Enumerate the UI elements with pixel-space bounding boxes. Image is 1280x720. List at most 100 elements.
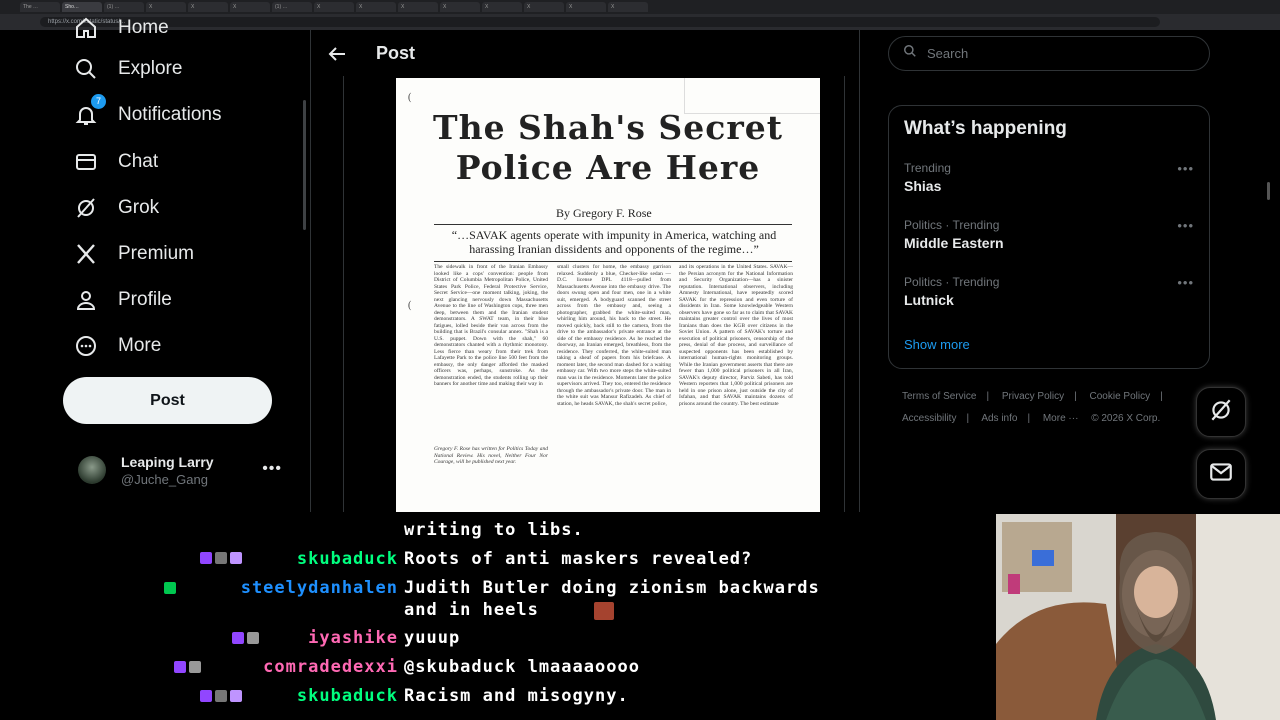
search-box[interactable] [888,36,1210,71]
divider [434,224,792,225]
trend-item[interactable]: Politics · Trending Middle Eastern ••• [904,218,1194,258]
privacy-link[interactable]: Privacy Policy [1002,391,1064,402]
chat-message-text: @skubaduck lmaaaaoooo [404,657,640,677]
sidebar-item-label: Notifications [118,104,222,125]
browser-tab[interactable]: X [608,2,648,12]
sidebar-item-label: Premium [118,243,195,264]
badge-icon [230,690,242,702]
messages-floating-button[interactable] [1196,449,1246,499]
browser-tab[interactable]: X [524,2,564,12]
left-sidebar: Home Explore 7 Notifications Chat Grok P… [10,17,306,512]
sidebar-item-label: Grok [118,197,160,218]
media-viewer: ( ( The Shah's Secret Police Are Here By… [343,76,845,512]
sidebar-item-label: Profile [118,289,172,310]
browser-address-bar: https://x.com/xstatic/status/... [0,14,1280,30]
footer-links: Terms of Service | Privacy Policy | Cookie… [902,386,1202,430]
chat-badges [232,632,259,644]
browser-tab[interactable]: X [314,2,354,12]
footer-more-link[interactable]: More ··· [1043,413,1079,424]
sidebar-item-label: More [118,335,162,356]
chat-username[interactable]: steelydanhalen [241,578,398,598]
grok-floating-button[interactable] [1196,387,1246,437]
terms-link[interactable]: Terms of Service [902,391,976,402]
show-more-link[interactable]: Show more [904,337,970,352]
clipping-headline: The Shah's Secret [433,108,783,147]
chat-username[interactable]: iyashike [308,628,398,648]
sidebar-item-grok[interactable]: Grok [74,188,159,228]
chat-message-text: Roots of anti maskers revealed? [404,549,753,569]
webcam-feed [996,514,1280,720]
trend-name: Shias [904,178,942,194]
search-input[interactable] [927,46,1177,61]
back-arrow-icon[interactable] [325,42,349,66]
chat-badges [174,661,201,673]
sidebar-item-home[interactable]: Home [74,8,169,48]
footer-separator: | [966,413,970,424]
post-button[interactable]: Post [63,377,272,424]
copyright-text: © 2026 X Corp. [1091,413,1161,424]
badge-icon [215,552,227,564]
badge-icon [164,582,176,594]
notification-count-badge: 7 [91,94,106,109]
subscriber-badge-icon [232,632,244,644]
browser-tab[interactable]: X [188,2,228,12]
newspaper-clipping-image[interactable]: ( ( The Shah's Secret Police Are Here By… [396,78,820,512]
subscriber-badge-icon [200,690,212,702]
sidebar-item-explore[interactable]: Explore [74,49,182,89]
mail-icon [1208,459,1234,490]
bell-icon: 7 [74,94,106,127]
ads-info-link[interactable]: Ads info [981,413,1017,424]
clipping-column-2: small clusters for home, the embassy gar… [557,264,671,407]
trend-name: Middle Eastern [904,235,1004,251]
trend-meta: Politics · Trending [904,218,1000,232]
subscriber-badge-icon [174,661,186,673]
grok-icon [74,196,98,220]
chat-message-text: Racism and misogyny. [404,686,629,706]
more-dots-icon[interactable]: ••• [1177,161,1194,176]
browser-tab[interactable]: X [230,2,270,12]
browser-tab-bar: The … Sho… (1) … X X X (1) … X X X X X X X X [0,0,1280,14]
url-field[interactable]: https://x.com/xstatic/status/... [40,17,1160,27]
accessibility-link[interactable]: Accessibility [902,413,956,424]
trend-item[interactable]: Politics · Trending Lutnick ••• [904,275,1194,315]
more-dots-icon[interactable]: ••• [1177,218,1194,233]
browser-tab[interactable]: The … [20,2,60,12]
chat-username[interactable]: comradedexxi [263,657,398,677]
home-icon [74,16,98,40]
chat-username[interactable]: skubaduck [297,686,398,706]
more-dots-icon[interactable]: ••• [1177,275,1194,290]
clipping-mark: ( [408,92,412,103]
trend-name: Lutnick [904,292,954,308]
browser-tab[interactable]: X [482,2,522,12]
clipping-byline: By Gregory F. Rose [556,206,652,220]
browser-tab[interactable]: X [356,2,396,12]
chat-badges [200,690,242,702]
page-scrollbar[interactable] [1267,182,1270,200]
sidebar-item-premium[interactable]: Premium [74,234,194,274]
badge-icon [215,690,227,702]
stream-chat-overlay: writing to libs. skubaduck Roots of anti… [0,512,996,720]
sidebar-item-more[interactable]: More [74,326,161,366]
browser-tab[interactable]: X [566,2,606,12]
browser-tab[interactable]: X [440,2,480,12]
browser-tab[interactable]: (1) … [272,2,312,12]
chat-username[interactable]: skubaduck [297,549,398,569]
clipping-mark: ( [408,300,412,311]
more-dots-icon[interactable]: ••• [262,460,282,478]
trend-meta: Trending [904,161,951,175]
x-logo-icon [74,242,98,266]
cookie-link[interactable]: Cookie Policy [1090,391,1151,402]
more-circle-icon [74,334,98,358]
sidebar-item-notifications[interactable]: 7 Notifications [74,94,222,135]
browser-tab[interactable]: X [398,2,438,12]
card-title: What’s happening [904,118,1067,139]
sidebar-item-chat[interactable]: Chat [74,142,158,182]
badge-icon [230,552,242,564]
footer-separator: | [1027,413,1031,424]
clipping-headline: Police Are Here [455,148,761,187]
sidebar-item-profile[interactable]: Profile [74,280,172,320]
trend-item[interactable]: Trending Shias ••• [904,161,1194,201]
sidebar-scrollbar[interactable] [303,100,306,230]
subscriber-badge-icon [200,552,212,564]
account-switcher[interactable]: Leaping Larry @Juche_Gang ••• [78,450,290,490]
